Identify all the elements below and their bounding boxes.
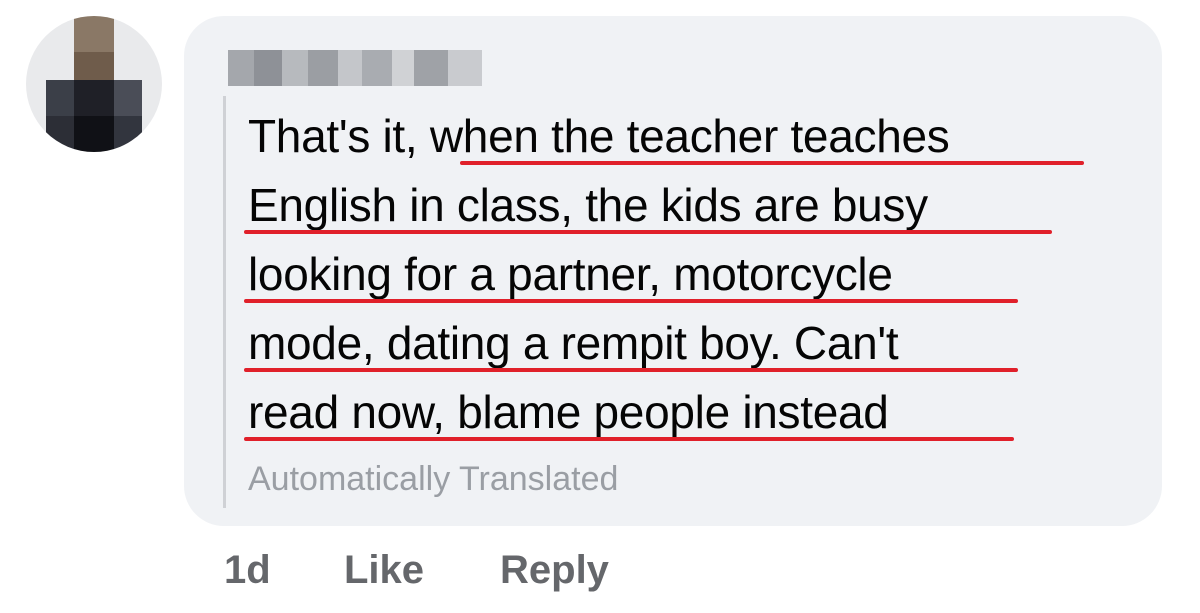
translation-note[interactable]: Automatically Translated: [248, 460, 618, 499]
avatar-pixel: [114, 80, 142, 116]
quote-line: [223, 96, 226, 508]
highlight-underline: [460, 161, 1084, 165]
avatar[interactable]: [26, 16, 162, 152]
avatar-pixel: [74, 116, 114, 152]
highlight-underline: [244, 230, 1052, 234]
avatar-pixel: [46, 116, 74, 152]
avatar-pixel: [74, 80, 114, 116]
avatar-pixel: [46, 80, 74, 116]
highlight-underline: [244, 299, 1018, 303]
highlight-underline: [244, 437, 1014, 441]
avatar-pixel: [74, 52, 114, 80]
comment-text: That's it, when the teacher teaches Engl…: [248, 102, 1128, 447]
like-button[interactable]: Like: [344, 548, 424, 593]
reply-button[interactable]: Reply: [500, 548, 609, 593]
highlight-underline: [244, 368, 1018, 372]
avatar-pixel: [74, 16, 114, 52]
avatar-pixel: [114, 116, 142, 152]
author-name-redacted[interactable]: [228, 50, 482, 86]
timestamp[interactable]: 1d: [224, 548, 271, 593]
